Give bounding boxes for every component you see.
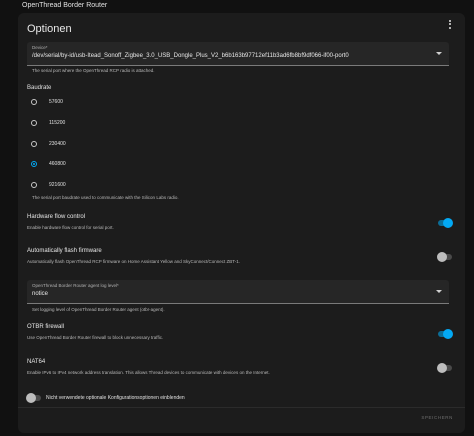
otbr-firewall-toggle[interactable] xyxy=(437,329,453,339)
app-title: OpenThread Border Router xyxy=(22,2,108,9)
radio-option-921600[interactable]: 921600 xyxy=(31,179,66,191)
toggle-thumb xyxy=(443,218,453,228)
nat64-title: NAT64 xyxy=(27,359,46,365)
save-button[interactable]: SPEICHERN xyxy=(421,415,453,420)
auto-flash-title: Automatically flash firmware xyxy=(27,248,102,254)
toggle-thumb xyxy=(437,363,447,373)
device-select[interactable]: Device* /dev/serial/by-id/usb-Itead_Sono… xyxy=(27,42,449,66)
radio-option-230400[interactable]: 230400 xyxy=(31,138,66,150)
radio-option-460800[interactable]: 460800 xyxy=(31,158,66,170)
otbr-firewall-title: OTBR firewall xyxy=(27,324,65,330)
show-unused-toggle[interactable] xyxy=(26,393,42,403)
radio-label: 460800 xyxy=(49,161,66,167)
baudrate-helper: The serial port baudrate used to communi… xyxy=(32,195,179,200)
device-helper: The serial port where the OpenThread RCP… xyxy=(32,68,155,73)
radio-button[interactable] xyxy=(31,141,37,147)
toggle-thumb xyxy=(443,329,453,339)
radio-option-115200[interactable]: 115200 xyxy=(31,117,65,129)
card-title: Optionen xyxy=(27,23,72,35)
log-level-select[interactable]: OpenThread Border Router agent log level… xyxy=(27,280,449,304)
top-bar: OpenThread Border Router xyxy=(0,0,474,13)
log-level-helper: Set logging level of OpenThread Border R… xyxy=(32,307,165,312)
chevron-down-icon xyxy=(436,290,442,293)
auto-flash-desc: Automatically flash OpenThread RCP firmw… xyxy=(27,259,241,264)
divider xyxy=(18,407,465,408)
more-options-icon[interactable] xyxy=(444,18,456,30)
otbr-firewall-desc: Use OpenThread Border Router firewall to… xyxy=(27,335,164,340)
device-select-label: Device* xyxy=(32,45,48,50)
radio-label: 230400 xyxy=(49,141,66,147)
device-select-value: /dev/serial/by-id/usb-Itead_Sonoff_Zigbe… xyxy=(32,53,349,59)
nat64-toggle[interactable] xyxy=(437,363,453,373)
radio-label: 921600 xyxy=(49,182,66,188)
hardware-flow-desc: Enable hardware flow control for serial … xyxy=(27,225,114,230)
toggle-thumb xyxy=(437,252,447,262)
hardware-flow-title: Hardware flow control xyxy=(27,214,86,220)
radio-option-57600[interactable]: 57600 xyxy=(31,96,63,108)
chevron-down-icon xyxy=(436,52,442,55)
radio-label: 115200 xyxy=(49,120,66,126)
radio-button-selected[interactable] xyxy=(31,161,37,167)
log-level-select-label: OpenThread Border Router agent log level… xyxy=(32,283,119,288)
log-level-select-value: notice xyxy=(32,291,49,297)
auto-flash-toggle[interactable] xyxy=(437,252,453,262)
radio-button[interactable] xyxy=(31,120,37,126)
radio-button[interactable] xyxy=(31,99,37,105)
options-card: Optionen Device* /dev/serial/by-id/usb-I… xyxy=(18,13,465,433)
hardware-flow-toggle[interactable] xyxy=(437,218,453,228)
nat64-desc: Enable IPv6 to IPv4 network address tran… xyxy=(27,370,270,375)
toggle-thumb xyxy=(26,393,36,403)
baudrate-label: Baudrate xyxy=(27,85,52,91)
radio-button[interactable] xyxy=(31,182,37,188)
show-unused-label: Nicht verwendete optionale Konfiguration… xyxy=(46,395,185,401)
radio-label: 57600 xyxy=(49,99,63,105)
